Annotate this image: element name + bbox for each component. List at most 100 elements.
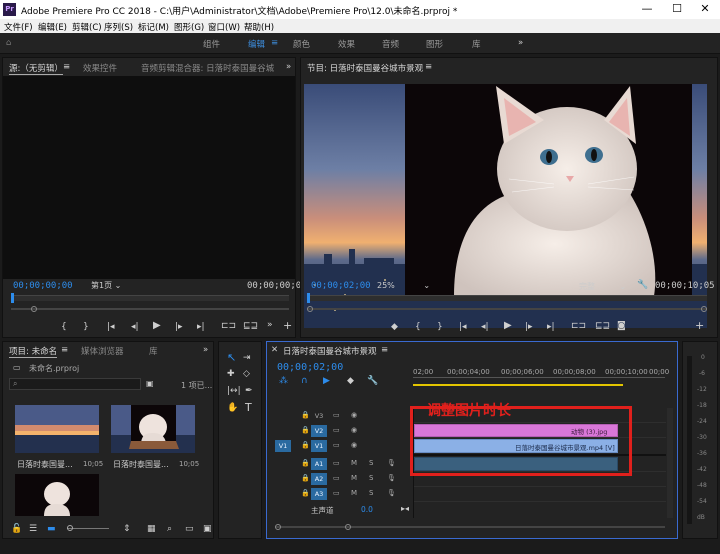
- timeline-vertical-scrollbar[interactable]: [667, 408, 673, 518]
- panel-more-icon[interactable]: »: [286, 62, 291, 72]
- nest-icon[interactable]: ▶: [323, 376, 330, 386]
- track-label-a3[interactable]: A3: [311, 488, 327, 500]
- menu-marker[interactable]: 标记(M): [138, 21, 169, 33]
- go-to-in-icon[interactable]: |◂: [107, 322, 115, 332]
- hand-tool-icon[interactable]: ✋: [227, 403, 238, 413]
- lock-track-icon[interactable]: 🔒: [301, 441, 310, 449]
- slip-tool-icon[interactable]: |↔|: [227, 386, 241, 396]
- timeline-ruler[interactable]: 02;00 00;00;04;00 00;00;06;00 00;00;08;0…: [413, 364, 669, 386]
- track-label-a1[interactable]: A1: [311, 458, 327, 470]
- eye-icon[interactable]: ◉: [351, 426, 357, 434]
- lock-track-icon[interactable]: 🔒: [301, 426, 310, 434]
- program-timecode[interactable]: 00;00;02;00: [311, 281, 371, 291]
- selection-tool-icon[interactable]: ↖: [227, 352, 236, 363]
- lock-track-icon[interactable]: 🔒: [301, 411, 310, 419]
- extract-icon[interactable]: ⊑⊒: [595, 321, 610, 331]
- search-input[interactable]: ⌕: [9, 378, 141, 390]
- track-select-tool-icon[interactable]: ⇥: [243, 353, 251, 363]
- menu-graphics[interactable]: 图形(G): [174, 21, 204, 33]
- lock-icon[interactable]: 🔓: [11, 524, 22, 534]
- timeline-settings-icon[interactable]: 🔧: [367, 376, 378, 386]
- mute-button[interactable]: M: [351, 459, 357, 467]
- tab-libraries[interactable]: 库: [149, 345, 158, 357]
- timeline-zoom-bar[interactable]: [275, 524, 665, 530]
- track-label-v1[interactable]: V1: [311, 440, 327, 452]
- zoom-select[interactable]: 25% ⌄: [377, 281, 430, 290]
- menu-window[interactable]: 窗口(W): [208, 21, 240, 33]
- master-go-to-icon[interactable]: ▸◂: [401, 504, 409, 513]
- settings-wrench-icon[interactable]: 🔧: [637, 280, 648, 290]
- close-sequence-icon[interactable]: ✕: [271, 345, 278, 355]
- workspace-color[interactable]: 颜色: [293, 38, 310, 50]
- project-thumbnail-sequence[interactable]: [111, 405, 195, 453]
- list-view-icon[interactable]: ☰: [29, 524, 37, 534]
- project-thumbnail-video[interactable]: [15, 405, 99, 453]
- solo-button[interactable]: S: [369, 474, 373, 482]
- program-ruler[interactable]: [307, 295, 707, 301]
- solo-button[interactable]: S: [369, 459, 373, 467]
- menu-sequence[interactable]: 序列(S): [104, 21, 133, 33]
- tab-audio-clip-mixer[interactable]: 音频剪辑混合器: 日落时泰国曼谷城: [141, 62, 274, 74]
- go-to-out-icon[interactable]: ▸|: [547, 322, 555, 332]
- project-thumbnail-image[interactable]: [15, 474, 99, 516]
- tab-sequence[interactable]: 日落时泰国曼谷城市景观: [283, 345, 377, 357]
- source-ruler[interactable]: [11, 295, 289, 301]
- mark-out-icon[interactable]: }: [437, 322, 443, 332]
- new-item-icon[interactable]: ▭: [185, 524, 194, 534]
- sync-lock-icon[interactable]: ▭: [333, 411, 340, 419]
- play-icon[interactable]: ▶: [153, 321, 161, 331]
- export-frame-icon[interactable]: ◙: [617, 321, 626, 331]
- sync-lock-icon[interactable]: ▭: [333, 426, 340, 434]
- sync-lock-icon[interactable]: ▭: [333, 459, 340, 467]
- tab-project[interactable]: 项目: 未命名: [9, 345, 58, 358]
- source-zoom-bar[interactable]: [11, 306, 289, 312]
- thumbnail-size-slider[interactable]: [67, 525, 109, 531]
- pen-tool-icon[interactable]: ✒: [245, 386, 253, 396]
- workspace-more-button[interactable]: »: [518, 38, 523, 48]
- program-zoom-bar[interactable]: [307, 306, 707, 312]
- workspace-assembly[interactable]: 组件: [203, 38, 220, 50]
- add-marker-icon[interactable]: ◆: [391, 322, 398, 332]
- workspace-libraries[interactable]: 库: [472, 38, 481, 50]
- tab-program[interactable]: 节目: 日落时泰国曼谷城市景观: [307, 62, 423, 74]
- workspace-audio[interactable]: 音频: [382, 38, 399, 50]
- lock-track-icon[interactable]: 🔒: [301, 489, 310, 497]
- mic-icon[interactable]: 🎙: [387, 474, 396, 482]
- source-playhead[interactable]: [11, 293, 14, 303]
- track-label-v2[interactable]: V2: [311, 425, 327, 437]
- track-label-v3[interactable]: V3: [311, 410, 327, 422]
- new-bin-icon[interactable]: ▣: [146, 379, 154, 388]
- solo-button[interactable]: S: [369, 489, 373, 497]
- workspace-menu-icon[interactable]: ≡: [271, 38, 278, 48]
- timeline-timecode[interactable]: 00;00;02;00: [277, 362, 343, 373]
- mark-in-icon[interactable]: {: [61, 322, 67, 332]
- home-icon[interactable]: ⌂: [6, 38, 11, 48]
- ripple-edit-tool-icon[interactable]: ✚: [227, 369, 235, 379]
- lock-track-icon[interactable]: 🔒: [301, 459, 310, 467]
- tab-media-browser[interactable]: 媒体浏览器: [81, 345, 124, 357]
- panel-more-icon[interactable]: »: [203, 345, 208, 355]
- overwrite-icon[interactable]: ⊑⊒: [243, 321, 258, 331]
- eye-icon[interactable]: ◉: [351, 441, 357, 449]
- mic-icon[interactable]: 🎙: [387, 489, 396, 497]
- tab-effect-controls[interactable]: 效果控件: [83, 62, 117, 74]
- master-volume-value[interactable]: 0.0: [361, 505, 373, 514]
- add-button-icon[interactable]: +: [283, 320, 292, 331]
- maximize-button[interactable]: ☐: [664, 2, 690, 15]
- marker-icon[interactable]: ◆: [347, 376, 354, 386]
- step-forward-icon[interactable]: |▸: [525, 322, 533, 332]
- step-back-icon[interactable]: ◂|: [481, 322, 489, 332]
- more-controls-icon[interactable]: »: [267, 320, 273, 330]
- sync-lock-icon[interactable]: ▭: [333, 441, 340, 449]
- mute-button[interactable]: M: [351, 489, 357, 497]
- workspace-graphics[interactable]: 图形: [426, 38, 443, 50]
- workspace-effects[interactable]: 效果: [338, 38, 355, 50]
- mic-icon[interactable]: 🎙: [387, 459, 396, 467]
- linked-selection-icon[interactable]: ∩: [301, 376, 308, 386]
- automate-icon[interactable]: ▦: [147, 524, 156, 534]
- close-button[interactable]: ✕: [692, 2, 718, 15]
- sync-lock-icon[interactable]: ▭: [333, 474, 340, 482]
- track-label-a2[interactable]: A2: [311, 473, 327, 485]
- lock-track-icon[interactable]: 🔒: [301, 474, 310, 482]
- icon-view-icon[interactable]: ▬: [47, 524, 56, 534]
